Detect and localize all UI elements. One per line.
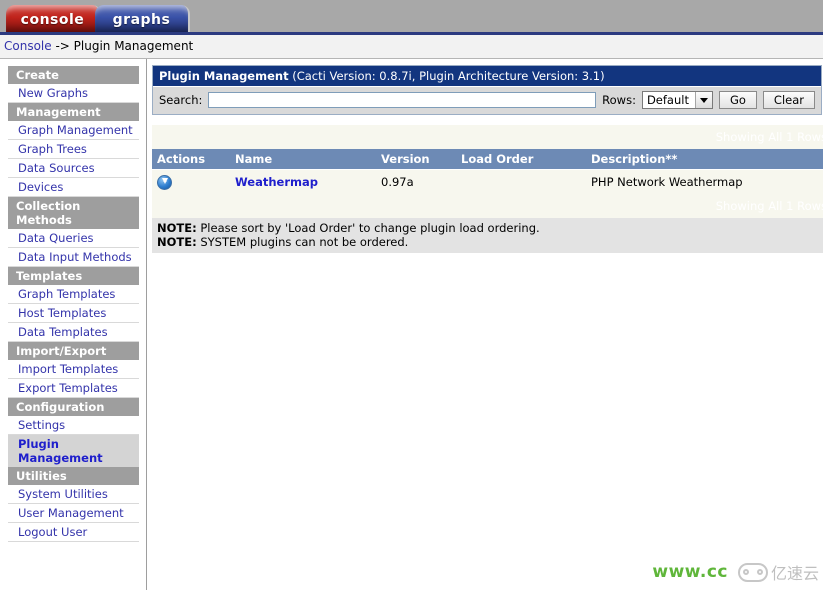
- breadcrumb-separator: ->: [51, 39, 74, 53]
- sidebar-item-settings[interactable]: Settings: [8, 416, 139, 435]
- notes-block: NOTE: Please sort by 'Load Order' to cha…: [152, 218, 823, 253]
- sidebar-item-user-management[interactable]: User Management: [8, 504, 139, 523]
- sidebar-header-import-export: Import/Export: [8, 342, 139, 360]
- rows-label: Rows:: [602, 93, 636, 107]
- plugin-management-panel: Plugin Management (Cacti Version: 0.8.7i…: [152, 65, 822, 115]
- note-load-order: NOTE: Please sort by 'Load Order' to cha…: [157, 221, 823, 235]
- cell-version: 0.97a: [376, 169, 456, 194]
- sidebar-item-graph-trees[interactable]: Graph Trees: [8, 140, 139, 159]
- cell-description: PHP Network Weathermap: [586, 169, 823, 194]
- clear-button[interactable]: Clear: [762, 91, 815, 109]
- sidebar-header-create: Create: [8, 66, 139, 84]
- rows-select[interactable]: Default: [641, 91, 713, 109]
- sidebar-item-logout-user[interactable]: Logout User: [8, 523, 139, 542]
- sidebar: Create New Graphs Management Graph Manag…: [0, 59, 147, 590]
- go-button[interactable]: Go: [718, 91, 757, 109]
- tab-graphs[interactable]: graphs: [95, 5, 190, 32]
- sidebar-item-export-templates[interactable]: Export Templates: [8, 379, 139, 398]
- page-body: Create New Graphs Management Graph Manag…: [0, 59, 823, 590]
- breadcrumb: Console -> Plugin Management: [0, 35, 823, 59]
- watermark-logo: 亿速云: [738, 560, 819, 584]
- plugins-table: Showing All 1 Rows Actions Name Version …: [152, 125, 823, 218]
- top-tab-bar: console graphs: [0, 0, 823, 35]
- sidebar-item-data-templates[interactable]: Data Templates: [8, 323, 139, 342]
- breadcrumb-link-console[interactable]: Console: [4, 39, 52, 53]
- search-bar: Search: Rows: Default Go Clear: [153, 86, 821, 114]
- sidebar-item-data-sources[interactable]: Data Sources: [8, 159, 139, 178]
- column-header-actions[interactable]: Actions: [152, 149, 230, 170]
- watermark-brand-text: 亿速云: [771, 564, 820, 583]
- note-prefix-2: NOTE:: [157, 235, 197, 249]
- column-header-description[interactable]: Description**: [586, 149, 823, 170]
- showing-rows-top-label: Showing All 1 Rows: [152, 125, 823, 149]
- sidebar-item-data-input-methods[interactable]: Data Input Methods: [8, 248, 139, 267]
- cloud-logo-icon: [738, 562, 768, 582]
- search-input[interactable]: [208, 92, 597, 108]
- column-header-load-order[interactable]: Load Order: [456, 149, 586, 170]
- sidebar-item-data-queries[interactable]: Data Queries: [8, 229, 139, 248]
- note-text-1: Please sort by 'Load Order' to change pl…: [196, 221, 540, 235]
- sidebar-header-templates: Templates: [8, 267, 139, 285]
- install-arrow-down-icon[interactable]: [157, 174, 172, 190]
- chevron-down-icon[interactable]: [694, 92, 712, 108]
- note-system-plugins: NOTE: SYSTEM plugins can not be ordered.: [157, 235, 823, 249]
- panel-title-bold: Plugin Management: [159, 69, 289, 83]
- sidebar-header-collection-methods: Collection Methods: [8, 197, 139, 229]
- sidebar-item-graph-templates[interactable]: Graph Templates: [8, 285, 139, 304]
- rows-select-value: Default: [646, 93, 689, 107]
- sidebar-item-plugin-management[interactable]: Plugin Management: [8, 435, 139, 467]
- search-label: Search:: [159, 93, 203, 107]
- watermark: www.cc 亿速云: [652, 560, 819, 584]
- table-row[interactable]: Weathermap 0.97a PHP Network Weathermap: [152, 169, 823, 194]
- note-prefix-1: NOTE:: [157, 221, 197, 235]
- panel-title: Plugin Management (Cacti Version: 0.8.7i…: [153, 66, 821, 86]
- showing-rows-top: Showing All 1 Rows: [152, 125, 823, 149]
- sidebar-header-utilities: Utilities: [8, 467, 139, 485]
- panel-title-version: (Cacti Version: 0.8.7i, Plugin Architect…: [288, 69, 605, 83]
- showing-rows-bottom: Showing All 1 Rows: [152, 194, 823, 218]
- cell-actions: [152, 169, 230, 194]
- column-header-name[interactable]: Name: [230, 149, 376, 170]
- breadcrumb-current: Plugin Management: [73, 39, 194, 53]
- tab-console[interactable]: console: [6, 5, 101, 32]
- column-header-version[interactable]: Version: [376, 149, 456, 170]
- sidebar-header-management: Management: [8, 103, 139, 121]
- showing-rows-bottom-label: Showing All 1 Rows: [152, 194, 823, 218]
- watermark-url-text: www.cc: [652, 562, 728, 582]
- sidebar-item-import-templates[interactable]: Import Templates: [8, 360, 139, 379]
- plugin-name-link[interactable]: Weathermap: [235, 175, 318, 189]
- table-header-row: Actions Name Version Load Order Descript…: [152, 149, 823, 170]
- main-content: Plugin Management (Cacti Version: 0.8.7i…: [147, 59, 823, 590]
- cell-load-order: [456, 169, 586, 194]
- sidebar-item-graph-management[interactable]: Graph Management: [8, 121, 139, 140]
- note-text-2: SYSTEM plugins can not be ordered.: [196, 235, 409, 249]
- sidebar-header-configuration: Configuration: [8, 398, 139, 416]
- sidebar-item-new-graphs[interactable]: New Graphs: [8, 84, 139, 103]
- cell-name: Weathermap: [230, 169, 376, 194]
- sidebar-item-devices[interactable]: Devices: [8, 178, 139, 197]
- sidebar-item-host-templates[interactable]: Host Templates: [8, 304, 139, 323]
- sidebar-item-system-utilities[interactable]: System Utilities: [8, 485, 139, 504]
